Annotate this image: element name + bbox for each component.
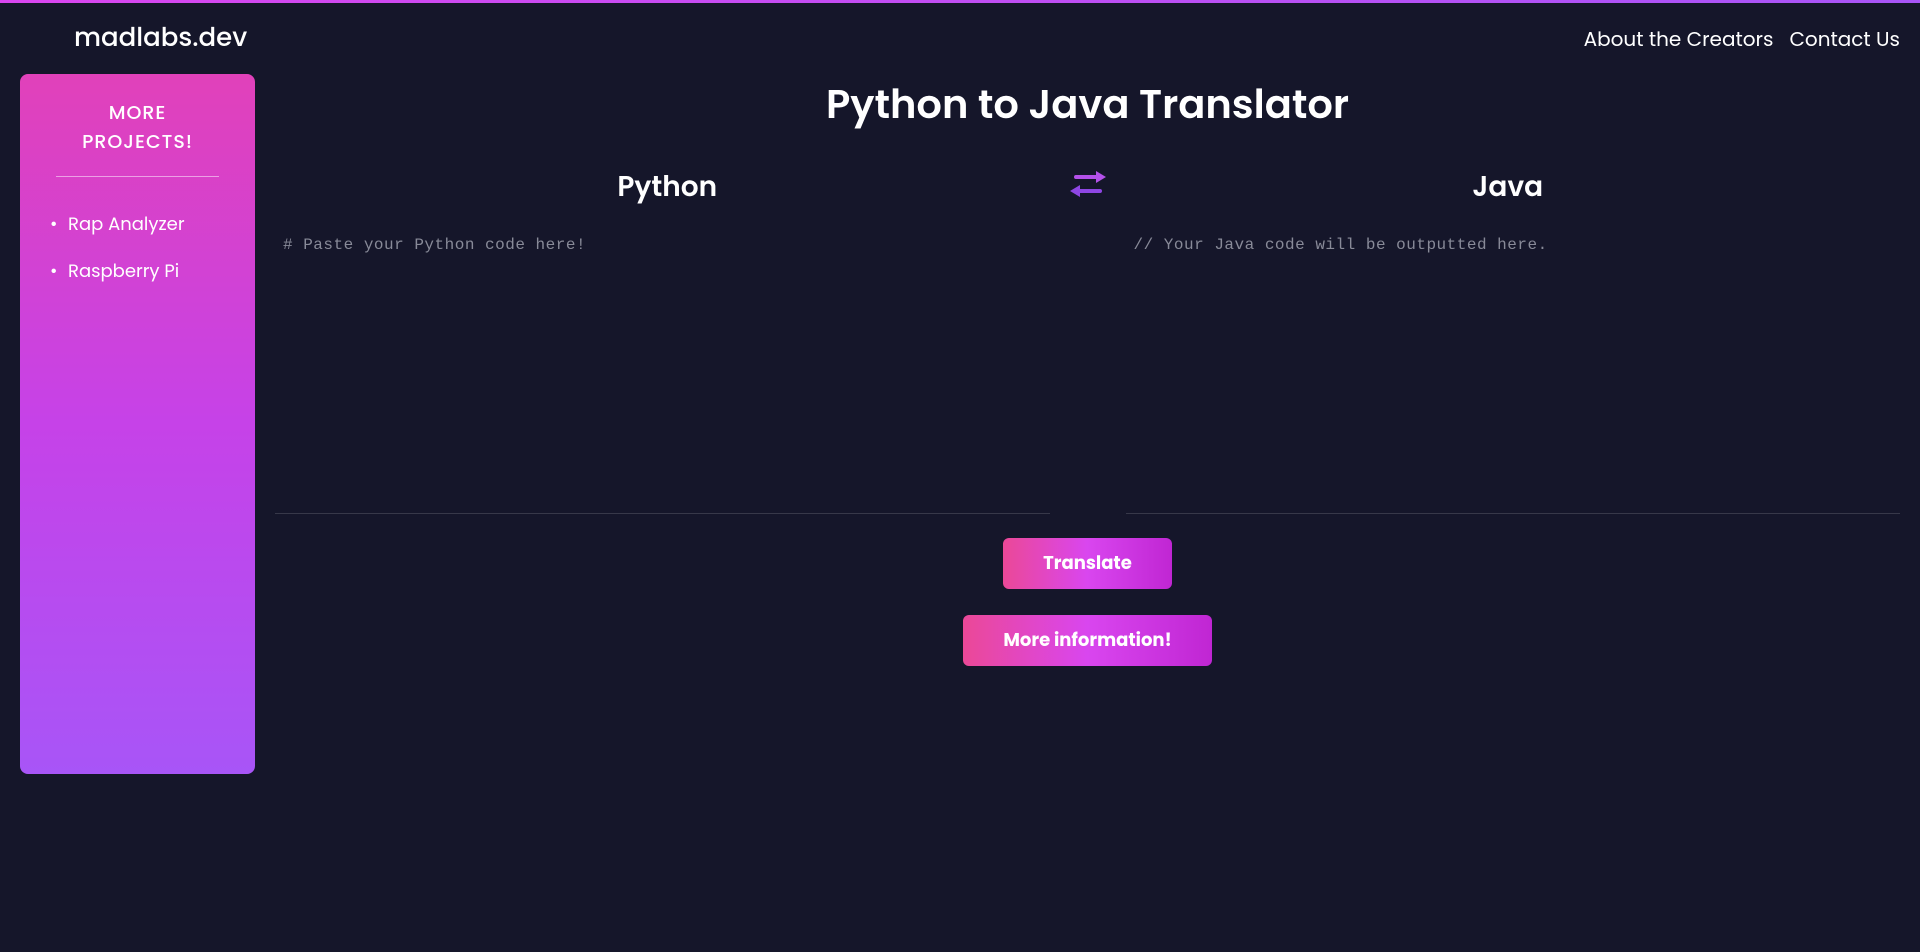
nav-contact-us[interactable]: Contact Us [1789,24,1900,54]
sidebar-item-rap-analyzer[interactable]: Rap Analyzer [52,201,239,248]
source-code-input[interactable] [275,224,1050,514]
sidebar-title: MORE PROJECTS! [56,98,219,177]
translator-header: Python Java [275,166,1900,208]
page-container: MORE PROJECTS! Rap Analyzer Raspberry Pi… [0,74,1920,774]
target-code-output[interactable] [1126,224,1901,514]
target-language-label: Java [1116,166,1901,208]
site-logo[interactable]: madlabs.dev [20,19,247,58]
header-nav: About the Creators Contact Us [1584,24,1900,54]
sidebar-projects-list: Rap Analyzer Raspberry Pi [36,201,239,295]
more-information-button[interactable]: More information! [963,615,1211,666]
sidebar: MORE PROJECTS! Rap Analyzer Raspberry Pi [20,74,255,774]
header: madlabs.dev About the Creators Contact U… [0,3,1920,74]
code-areas [275,224,1900,514]
nav-about-creators[interactable]: About the Creators [1584,24,1774,54]
translate-button[interactable]: Translate [1003,538,1172,589]
action-buttons: Translate More information! [275,538,1900,666]
source-language-label: Python [275,166,1060,208]
page-title: Python to Java Translator [275,74,1900,134]
sidebar-item-raspberry-pi[interactable]: Raspberry Pi [52,248,239,295]
main-content: Python to Java Translator Python Java [275,74,1920,774]
swap-arrows-icon [1070,168,1106,200]
swap-languages-button[interactable] [1060,168,1116,207]
